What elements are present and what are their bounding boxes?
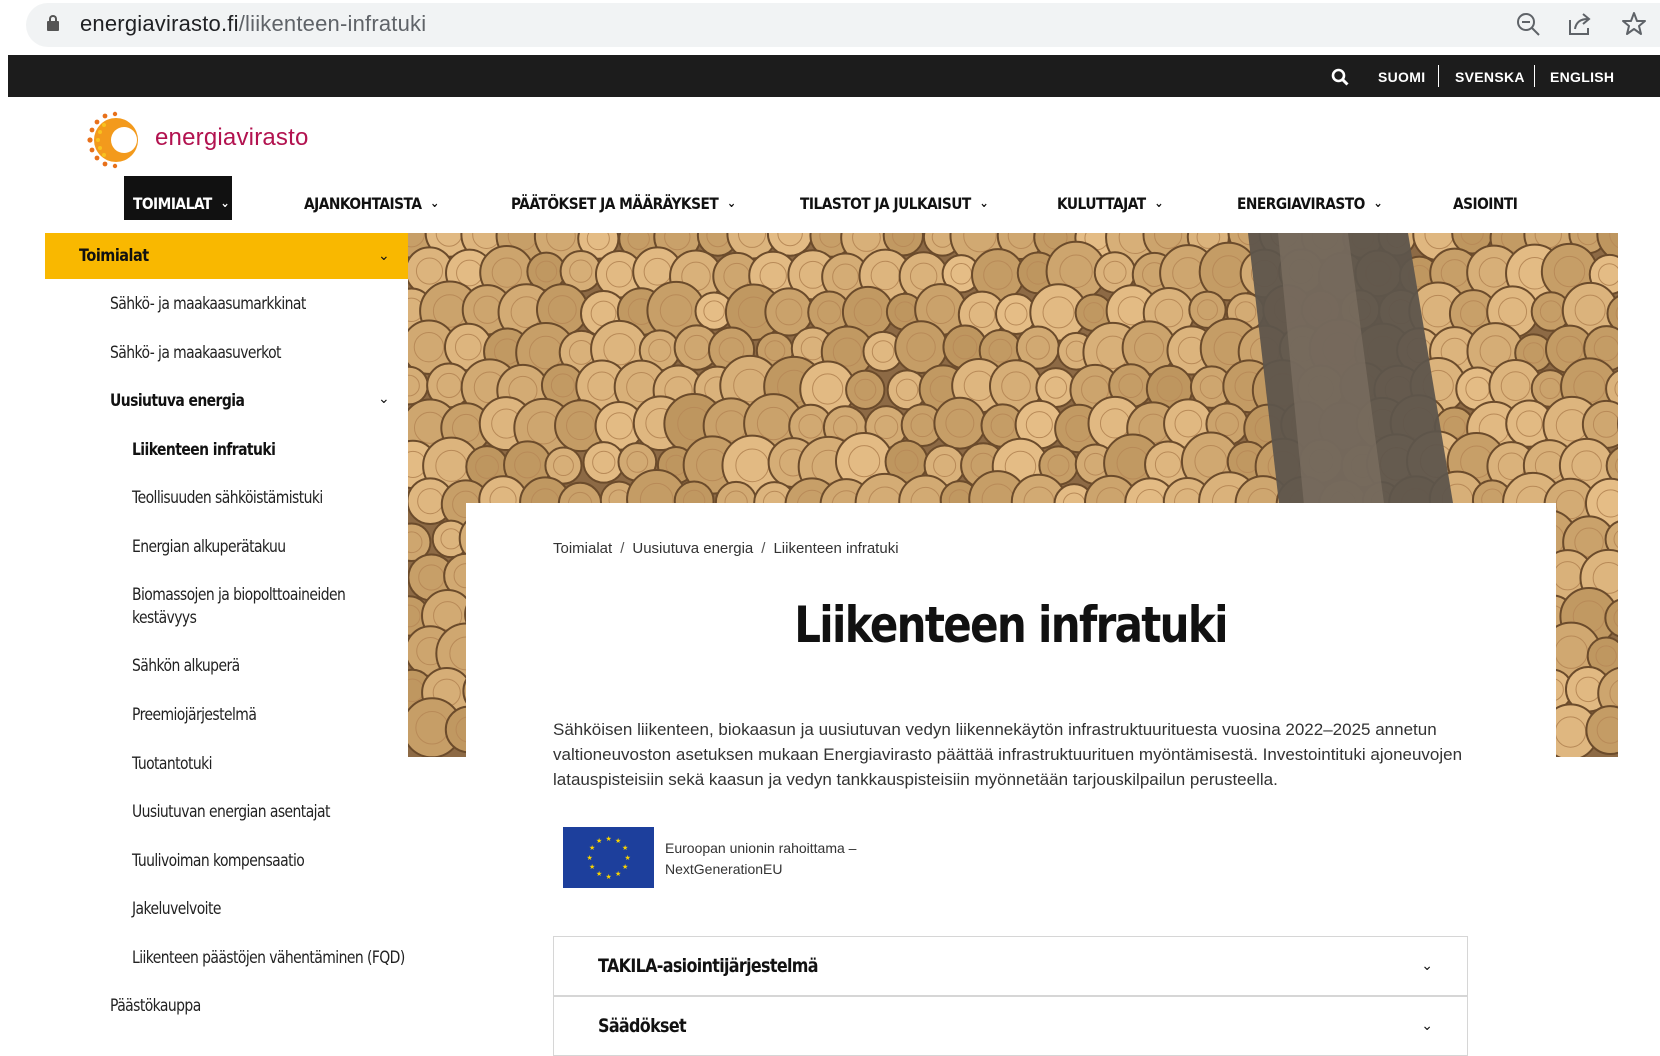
breadcrumb-link-uusiutuva[interactable]: Uusiutuva energia bbox=[632, 540, 753, 557]
nav-label: PÄÄTÖKSET JA MÄÄRÄYKSET bbox=[511, 193, 719, 213]
nav-asiointi[interactable]: ASIOINTI bbox=[1453, 187, 1518, 219]
eu-star-icon: ★ bbox=[596, 838, 603, 846]
sidebar-item-biomassat[interactable]: Biomassojen ja biopolttoaineiden kestävy… bbox=[132, 584, 370, 630]
log-end bbox=[933, 396, 987, 450]
sidebar-item-uusiutuva[interactable]: Uusiutuva energia bbox=[110, 390, 245, 413]
breadcrumb-current: Liikenteen infratuki bbox=[773, 540, 899, 557]
nav-tilastot[interactable]: TILASTOT JA JULKAISUT ⌄ bbox=[800, 187, 989, 219]
breadcrumb-separator: / bbox=[761, 540, 766, 557]
page-title-text: Liikenteen infratuki bbox=[794, 596, 1229, 654]
nav-label: AJANKOHTAISTA bbox=[304, 193, 422, 213]
page-title: Liikenteen infratuki bbox=[466, 596, 1556, 654]
energiavirasto-logo-icon[interactable] bbox=[84, 110, 144, 170]
sidebar-item-tuotantotuki[interactable]: Tuotantotuki bbox=[132, 753, 213, 776]
nav-toimialat[interactable]: TOIMIALAT ⌄ bbox=[133, 187, 230, 219]
sidebar-item-tuulivoima[interactable]: Tuulivoiman kompensaatio bbox=[132, 850, 305, 873]
eu-star-icon: ★ bbox=[615, 838, 622, 846]
search-icon[interactable] bbox=[1331, 68, 1349, 86]
chevron-down-icon: ⌄ bbox=[979, 195, 989, 211]
nav-label: TOIMIALAT bbox=[133, 193, 212, 213]
lang-svenska[interactable]: SVENSKA bbox=[1455, 69, 1525, 85]
nav-energiavirasto[interactable]: ENERGIAVIRASTO ⌄ bbox=[1237, 187, 1383, 219]
sidebar-item-markkinat[interactable]: Sähkö- ja maakaasumarkkinat bbox=[110, 293, 306, 316]
nav-kuluttajat[interactable]: KULUTTAJAT ⌄ bbox=[1057, 187, 1164, 219]
nav-ajankohtaista[interactable]: AJANKOHTAISTA ⌄ bbox=[304, 187, 439, 219]
sidebar-item-verkot[interactable]: Sähkö- ja maakaasuverkot bbox=[110, 342, 282, 365]
lang-divider bbox=[1438, 65, 1439, 87]
chevron-down-icon: ⌄ bbox=[1154, 195, 1164, 211]
chevron-down-icon[interactable]: ⌄ bbox=[378, 247, 390, 264]
sidebar-heading-label: Toimialat bbox=[79, 246, 149, 266]
chevron-down-icon[interactable]: ⌄ bbox=[378, 390, 390, 407]
sidebar-item-asentajat[interactable]: Uusiutuvan energian asentajat bbox=[132, 801, 330, 824]
url-host: energiavirasto.fi bbox=[80, 11, 239, 36]
share-icon[interactable] bbox=[1566, 10, 1594, 38]
eu-funding-text: Euroopan unionin rahoittama – NextGenera… bbox=[665, 838, 856, 880]
eu-star-icon: ★ bbox=[586, 854, 593, 862]
sidebar-item-alkuperatakuu[interactable]: Energian alkuperätakuu bbox=[132, 536, 286, 559]
nav-paatokset[interactable]: PÄÄTÖKSET JA MÄÄRÄYKSET ⌄ bbox=[511, 187, 736, 219]
eu-funding-line2: NextGenerationEU bbox=[665, 861, 783, 877]
sidebar-item-sahkon-alkupera[interactable]: Sähkön alkuperä bbox=[132, 655, 240, 678]
eu-star-icon: ★ bbox=[621, 845, 629, 852]
eu-star-icon: ★ bbox=[589, 845, 596, 852]
lang-divider bbox=[1534, 65, 1535, 87]
eu-star-icon: ★ bbox=[605, 873, 612, 881]
chevron-down-icon: ⌄ bbox=[1421, 957, 1433, 973]
sidebar-item-infratuki[interactable]: Liikenteen infratuki bbox=[132, 439, 276, 462]
lang-english[interactable]: ENGLISH bbox=[1550, 69, 1614, 85]
eu-star-icon: ★ bbox=[589, 864, 596, 871]
accordion-saadokset[interactable]: Säädökset ⌄ bbox=[553, 996, 1468, 1056]
accordion-label: TAKILA-asiointijärjestelmä bbox=[598, 955, 819, 977]
chevron-down-icon: ⌄ bbox=[1373, 195, 1383, 211]
sidebar-item-sahkoistamistuki[interactable]: Teollisuuden sähköistämistuki bbox=[132, 487, 323, 510]
eu-star-icon: ★ bbox=[596, 870, 603, 878]
sidebar-item-fqd[interactable]: Liikenteen päästöjen vähentäminen (FQD) bbox=[132, 947, 405, 970]
zoom-icon[interactable] bbox=[1514, 10, 1542, 38]
eu-star-icon: ★ bbox=[624, 854, 631, 862]
nav-label: TILASTOT JA JULKAISUT bbox=[800, 193, 971, 213]
lang-suomi[interactable]: SUOMI bbox=[1378, 69, 1425, 85]
browser-address-bar: energiavirasto.fi/liikenteen-infratuki bbox=[0, 0, 1660, 52]
eu-flag-icon: ★ ★ ★ ★ ★ ★ ★ ★ ★ ★ ★ ★ bbox=[563, 827, 654, 888]
star-icon[interactable] bbox=[1620, 10, 1648, 38]
eu-funding-line1: Euroopan unionin rahoittama – bbox=[665, 840, 857, 856]
accordion-takila[interactable]: TAKILA-asiointijärjestelmä ⌄ bbox=[553, 936, 1468, 996]
intro-paragraph: Sähköisen liikenteen, biokaasun ja uusiu… bbox=[553, 720, 1463, 789]
sidebar-item-jakeluvelvoite[interactable]: Jakeluvelvoite bbox=[132, 898, 221, 921]
nav-label: ENERGIAVIRASTO bbox=[1237, 193, 1365, 213]
lock-icon bbox=[47, 15, 59, 31]
eu-star-icon: ★ bbox=[615, 870, 622, 878]
chevron-down-icon: ⌄ bbox=[220, 195, 230, 211]
url-path: /liikenteen-infratuki bbox=[238, 11, 427, 36]
logo-text[interactable]: energiavirasto bbox=[155, 124, 309, 152]
breadcrumb: Toimialat / Uusiutuva energia / Liikenteen i… bbox=[553, 540, 899, 557]
nav-label: KULUTTAJAT bbox=[1057, 193, 1146, 213]
accordion-label: Säädökset bbox=[598, 1015, 687, 1037]
nav-label: ASIOINTI bbox=[1453, 193, 1518, 213]
chevron-down-icon: ⌄ bbox=[726, 195, 736, 211]
sidebar-item-paastokauppa[interactable]: Päästökauppa bbox=[110, 995, 201, 1018]
sidebar-item-preemio[interactable]: Preemiojärjestelmä bbox=[132, 704, 257, 727]
eu-star-icon: ★ bbox=[621, 864, 629, 871]
chevron-down-icon: ⌄ bbox=[1421, 1017, 1433, 1033]
eu-star-icon: ★ bbox=[605, 835, 612, 843]
chevron-down-icon: ⌄ bbox=[430, 195, 439, 211]
breadcrumb-link-toimialat[interactable]: Toimialat bbox=[553, 540, 612, 557]
breadcrumb-separator: / bbox=[620, 540, 625, 557]
url-text[interactable]: energiavirasto.fi/liikenteen-infratuki bbox=[80, 11, 426, 37]
log-end bbox=[845, 369, 886, 410]
